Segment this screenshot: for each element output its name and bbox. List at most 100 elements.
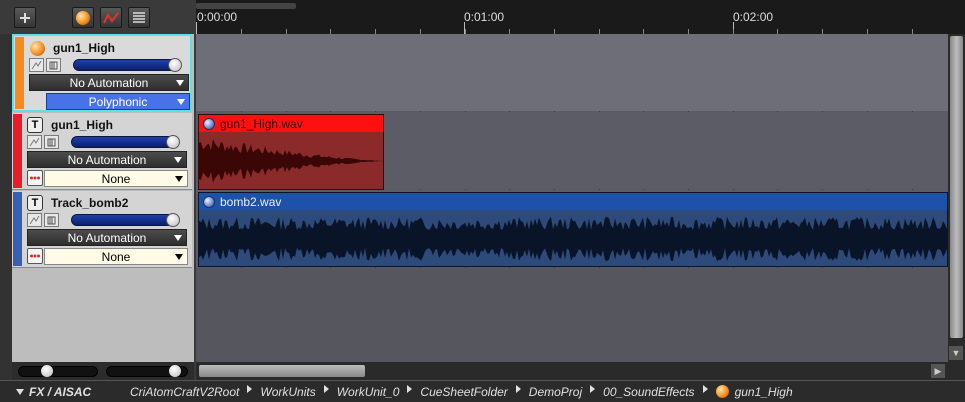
scroll-right-icon[interactable]: ▶ (931, 364, 945, 378)
track-toolbar (0, 0, 194, 34)
chevron-down-icon (177, 99, 185, 105)
chevron-down-icon (174, 157, 182, 163)
breadcrumb-item[interactable]: gun1_High (715, 384, 793, 399)
clip-name: bomb2.wav (220, 194, 282, 209)
waveform-region-icon (203, 117, 215, 130)
breadcrumb-label: CueSheetFolder (420, 384, 508, 399)
scrollbar-thumb[interactable] (199, 365, 365, 377)
track-header-cue[interactable]: gun1_High No Automation Polyphonic (12, 34, 192, 112)
list-view-button[interactable] (128, 7, 150, 28)
status-bar: FX / AISAC CriAtomCraftV2Root WorkUnits Wo… (0, 380, 965, 402)
breadcrumb-label: gun1_High (734, 384, 793, 399)
waveform-path (199, 139, 383, 183)
track-name: Track_bomb2 (51, 196, 129, 210)
track-color-strip (15, 37, 24, 109)
voice-mode-value: Polyphonic (88, 94, 148, 109)
breadcrumb-label: WorkUnits (260, 384, 316, 399)
track-headers: gun1_High No Automation Polyphonic T gun… (12, 34, 194, 362)
slider-knob[interactable] (169, 365, 181, 377)
lane-empty[interactable] (196, 268, 948, 362)
clip-header[interactable]: bomb2.wav (199, 193, 947, 210)
orange-orb-icon (29, 40, 45, 56)
mode-dropdown[interactable]: None (44, 248, 188, 265)
volume-slider[interactable] (71, 213, 180, 227)
horizontal-scrollbar[interactable]: ▶ (196, 362, 965, 380)
scrollbar-thumb[interactable] (950, 36, 963, 338)
text-T-icon: T (27, 195, 43, 211)
automation-dropdown[interactable]: No Automation (27, 151, 187, 168)
breadcrumb-separator-icon (590, 384, 596, 393)
breadcrumb-item[interactable]: 00_SoundEffects (603, 385, 694, 399)
breadcrumb: CriAtomCraftV2Root WorkUnits WorkUnit_0 Cue… (130, 384, 793, 399)
slider-knob[interactable] (166, 135, 180, 149)
automation-view-button[interactable] (100, 7, 122, 28)
breadcrumb-separator-icon (407, 384, 413, 393)
ruler-scrollbar[interactable] (196, 3, 296, 9)
breadcrumb-separator-icon (515, 384, 521, 393)
waveform-path (199, 216, 947, 262)
time-ruler[interactable]: 0:00:00 0:01:00 0:02:00 (196, 0, 965, 34)
timeline-view[interactable]: 0:00:00 0:01:00 0:02:00 gun1_High.wav bo… (196, 0, 965, 380)
horizontal-zoom-slider[interactable] (18, 365, 98, 377)
cue-view-button[interactable] (72, 7, 94, 28)
track-header-gun1[interactable]: T gun1_High No Automation None (12, 113, 192, 190)
automation-value: No Automation (69, 75, 149, 90)
slider-knob[interactable] (166, 213, 180, 227)
breadcrumb-separator-icon (323, 384, 329, 393)
track-header-bomb2[interactable]: T Track_bomb2 No Automation None (12, 191, 192, 268)
breadcrumb-item[interactable]: DemoProj (529, 385, 582, 399)
chevron-down-icon (174, 235, 182, 241)
mode-value: None (101, 171, 131, 186)
mute-icon[interactable] (27, 135, 42, 149)
ruler-major-tick (196, 22, 197, 34)
slider-knob[interactable] (41, 365, 53, 377)
chevron-down-icon (175, 176, 183, 182)
waveform-region-icon (203, 195, 215, 208)
waveform-clip[interactable]: gun1_High.wav (198, 114, 384, 190)
solo-icon[interactable] (44, 213, 59, 227)
orange-orb-icon (76, 10, 90, 25)
breadcrumb-item[interactable]: WorkUnits (260, 385, 315, 399)
plus-icon (20, 12, 30, 23)
lane-cue[interactable] (196, 34, 948, 111)
more-options-icon[interactable] (27, 248, 43, 264)
breadcrumb-item[interactable]: WorkUnit_0 (337, 385, 400, 399)
chevron-down-icon (16, 388, 24, 395)
volume-slider[interactable] (71, 135, 180, 149)
track-color-strip (13, 114, 22, 188)
waveform-clip[interactable]: bomb2.wav (198, 192, 948, 267)
automation-dropdown[interactable]: No Automation (27, 229, 187, 246)
chevron-down-icon (176, 80, 184, 86)
mute-icon[interactable] (27, 213, 42, 227)
panel-label: FX / AISAC (29, 384, 92, 399)
orange-orb-icon (715, 385, 729, 398)
automation-curve-icon (103, 11, 119, 23)
breadcrumb-item[interactable]: CueSheetFolder (420, 385, 507, 399)
track-name: gun1_High (53, 41, 115, 55)
voice-mode-dropdown[interactable]: Polyphonic (46, 93, 190, 110)
breadcrumb-label: WorkUnit_0 (336, 384, 400, 399)
solo-icon[interactable] (44, 135, 59, 149)
ruler-label: 0:01:00 (464, 10, 505, 24)
breadcrumb-item[interactable]: CriAtomCraftV2Root (130, 385, 239, 399)
add-track-button[interactable] (14, 7, 36, 28)
mode-dropdown[interactable]: None (44, 170, 188, 187)
scroll-down-icon[interactable]: ▼ (949, 346, 963, 360)
solo-icon[interactable] (46, 58, 61, 72)
fx-aisac-toggle[interactable]: FX / AISAC (16, 385, 130, 399)
waveform-graphic (199, 139, 383, 183)
clip-name: gun1_High.wav (220, 116, 303, 131)
breadcrumb-label: 00_SoundEffects (603, 384, 695, 399)
automation-dropdown[interactable]: No Automation (29, 74, 189, 91)
automation-value: No Automation (67, 152, 147, 167)
breadcrumb-label: CriAtomCraftV2Root (130, 384, 240, 399)
vertical-zoom-slider[interactable] (106, 365, 188, 377)
vertical-scrollbar[interactable]: ▼ (948, 34, 965, 362)
track-color-strip (13, 192, 22, 266)
volume-slider[interactable] (73, 58, 182, 72)
slider-knob[interactable] (168, 58, 182, 72)
track-list-panel: gun1_High No Automation Polyphonic T gun… (0, 0, 194, 380)
more-options-icon[interactable] (27, 170, 43, 186)
mute-icon[interactable] (29, 58, 44, 72)
clip-header[interactable]: gun1_High.wav (199, 115, 383, 132)
